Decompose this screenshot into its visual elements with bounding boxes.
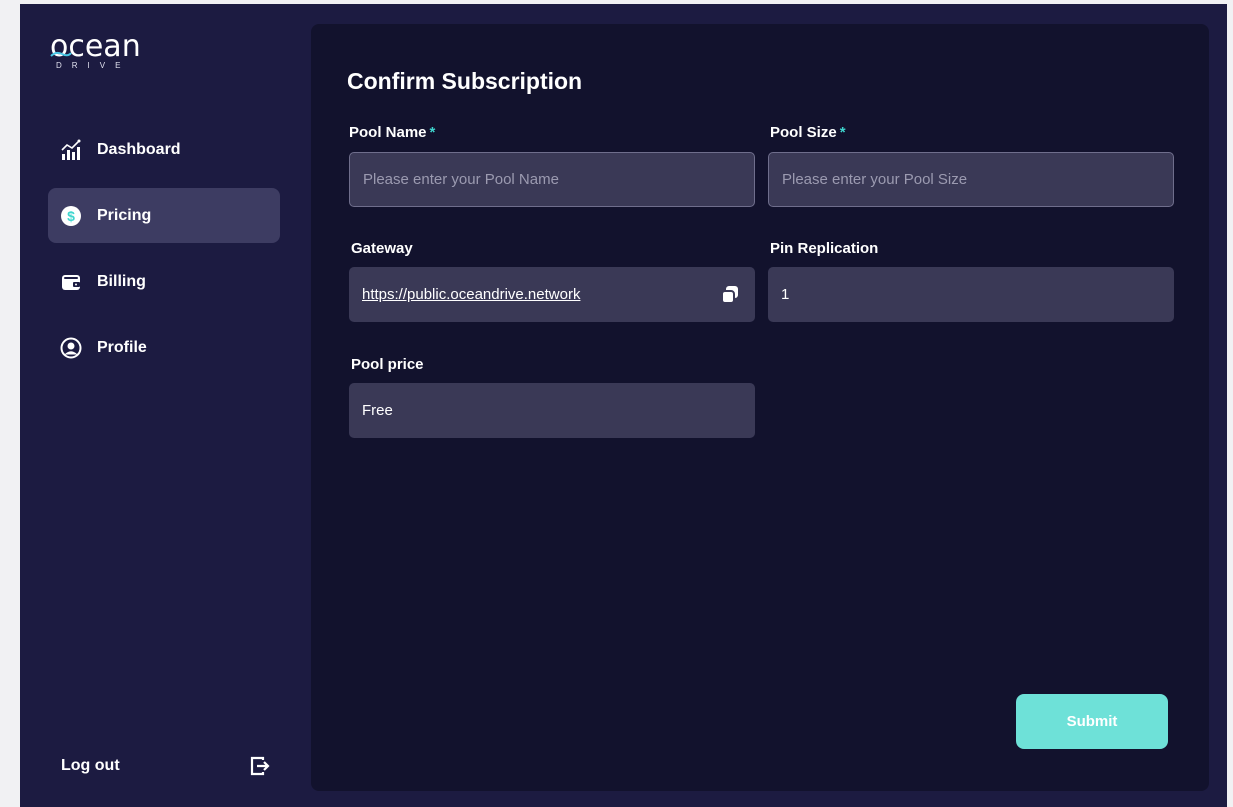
wallet-icon bbox=[60, 271, 82, 293]
subscription-panel: Confirm Subscription Pool Name* Pool Siz… bbox=[311, 24, 1209, 791]
pool-price-label: Pool price bbox=[351, 356, 424, 373]
gateway-field: https://public.oceandrive.network bbox=[349, 267, 755, 322]
pool-size-field[interactable] bbox=[768, 152, 1174, 207]
sidebar-item-label: Dashboard bbox=[97, 140, 181, 158]
required-mark: * bbox=[839, 124, 846, 141]
pin-replication-value: 1 bbox=[781, 286, 790, 303]
sidebar-item-label: Profile bbox=[97, 338, 147, 356]
pool-name-label: Pool Name * bbox=[349, 124, 435, 141]
pool-price-value: Free bbox=[362, 402, 393, 419]
pool-size-input[interactable] bbox=[782, 171, 1159, 188]
required-mark: * bbox=[429, 124, 436, 141]
sidebar-item-label: Billing bbox=[97, 272, 146, 290]
gateway-link[interactable]: https://public.oceandrive.network bbox=[362, 286, 719, 303]
pool-name-label-text: Pool Name bbox=[349, 124, 427, 141]
pin-replication-label: Pin Replication bbox=[770, 240, 879, 257]
sidebar-item-dashboard[interactable]: Dashboard bbox=[48, 122, 280, 177]
logout-icon bbox=[250, 756, 270, 776]
logout-label: Log out bbox=[61, 757, 120, 774]
pool-name-input[interactable] bbox=[363, 171, 740, 188]
pool-price-field: Free bbox=[349, 383, 755, 438]
svg-text:$: $ bbox=[67, 208, 75, 224]
app-window: ocean DRIVE Dashboard $ Pricing Billing … bbox=[20, 4, 1227, 807]
dollar-coin-icon: $ bbox=[60, 205, 82, 227]
user-circle-icon bbox=[60, 337, 82, 359]
pool-size-label: Pool Size * bbox=[770, 124, 846, 141]
sidebar-item-pricing[interactable]: $ Pricing bbox=[48, 188, 280, 243]
sidebar-item-profile[interactable]: Profile bbox=[48, 320, 280, 375]
sidebar-item-label: Pricing bbox=[97, 206, 152, 224]
submit-button[interactable]: Submit bbox=[1016, 694, 1168, 749]
logout-button[interactable]: Log out bbox=[61, 754, 271, 778]
brand-logo[interactable]: ocean DRIVE bbox=[50, 32, 160, 74]
pin-replication-field: 1 bbox=[768, 267, 1174, 322]
page-title: Confirm Subscription bbox=[347, 68, 583, 94]
chart-growth-icon bbox=[60, 139, 82, 161]
logo-swoosh-icon bbox=[50, 51, 72, 57]
gateway-label: Gateway bbox=[351, 240, 413, 257]
copy-icon[interactable] bbox=[719, 284, 741, 306]
brand-tagline: DRIVE bbox=[56, 61, 131, 70]
sidebar-item-billing[interactable]: Billing bbox=[48, 254, 280, 309]
pool-size-label-text: Pool Size bbox=[770, 124, 837, 141]
pool-name-field[interactable] bbox=[349, 152, 755, 207]
